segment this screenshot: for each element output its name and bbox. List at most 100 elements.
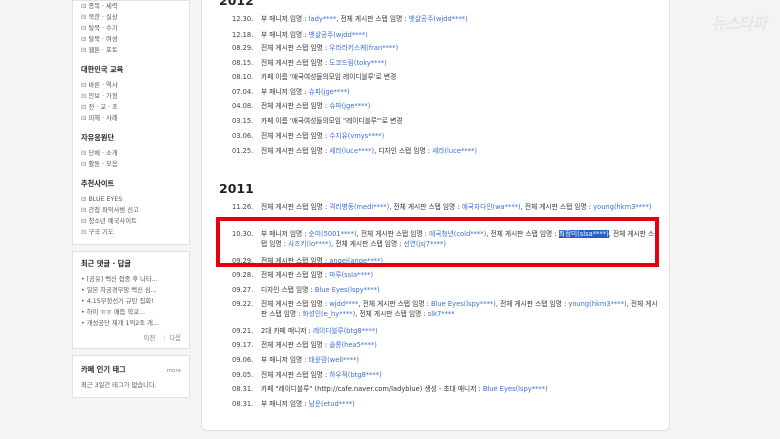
sidebar-menu-link[interactable]: ⊟ 바른 · 역사	[81, 80, 181, 91]
history-date: 09.29.	[232, 257, 254, 265]
history-description: 카페 이름 '애국여성들의모임 "레이디블루"'로 변경	[261, 117, 403, 125]
history-date: 12.18.	[232, 31, 254, 39]
history-description: 전체 게시판 스탭 임명 :	[261, 300, 330, 308]
history-text: 전체 게시판 스탭 임명 : wjdd****, 전체 게시판 스탭 임명 : …	[261, 299, 659, 319]
member-nickname-link[interactable]: 선연(jsj7****)	[404, 240, 446, 248]
member-nickname-link[interactable]: 격리병동(medi****)	[329, 203, 389, 211]
year-heading-2011: 2011	[219, 181, 254, 196]
tags-more-link[interactable]: more	[167, 368, 181, 374]
member-nickname-link[interactable]: 슈파(jge****)	[329, 102, 370, 110]
recent-comment-item[interactable]: • [공유] 백신 접종 후 나타...	[81, 274, 181, 285]
history-date: 04.08.	[232, 102, 254, 110]
history-date: 09.22.	[232, 300, 254, 308]
member-nickname-link[interactable]: 도코드림(toky****)	[329, 59, 387, 67]
member-nickname-link[interactable]: 애국자다인(wa****)	[462, 203, 521, 211]
history-date: 07.04.	[232, 88, 254, 96]
recent-comment-item[interactable]: • 일본 자궁경부암 백신 심...	[81, 285, 181, 296]
member-nickname-link[interactable]: wjdd****	[329, 300, 358, 308]
history-description: 전체 게시판 스탭 임명 :	[261, 44, 330, 52]
board-icon: ⊟	[81, 2, 87, 10]
sidebar-menu-link[interactable]: ⊟ 북한 · 실상	[81, 12, 181, 23]
recent-comment-item[interactable]: • 하이 ㅠㅠ 매듭 학교...	[81, 307, 181, 318]
pager-next-button[interactable]: 다음	[169, 335, 181, 342]
member-nickname-link[interactable]: 슈파(jge****)	[309, 88, 350, 96]
sidebar-menu-link[interactable]: ⊟ 웹툰 · 포토	[81, 45, 181, 56]
member-nickname-link[interactable]: 레이디블루(btg8****)	[313, 327, 378, 335]
pager-prev-button[interactable]: 이전	[144, 335, 156, 342]
sidebar-menu-link[interactable]: ⊟ 종목 · 세력	[81, 1, 181, 12]
member-nickname-link[interactable]: 뱃샬공주(wjdd****)	[309, 31, 368, 39]
sidebar-menu-link[interactable]: ⊟ 활동 · 모음	[81, 159, 181, 170]
board-icon: ⊟	[81, 103, 87, 111]
sidebar-menu-link[interactable]: ⊟ 단체 · 소개	[81, 148, 181, 159]
member-nickname-link[interactable]: 하우적(btg8****)	[329, 371, 381, 379]
member-nickname-link[interactable]: 마루(ssla****)	[329, 271, 373, 279]
board-icon: ⊟	[81, 114, 87, 122]
history-description: , 전체 게시판 스탭 임명 :	[355, 310, 428, 318]
history-description: 전체 게시판 스탭 임명 :	[261, 59, 330, 67]
sidebar-menu-link[interactable]: ⊟ 구국 기도	[81, 227, 181, 238]
recent-comment-item[interactable]: • 개성공단 재개 1억2조 개...	[81, 318, 181, 329]
sidebar-menu-link[interactable]: ⊟ 피해 · 사례	[81, 113, 181, 124]
member-nickname-link[interactable]: young(hkm3****)	[593, 203, 651, 211]
sidebar-menu-link[interactable]: ⊟ 안보 · 가정	[81, 91, 181, 102]
sidebar-menu-card: ⊟ 종목 · 세력 ⊟ 북한 · 실상 ⊟ 탈북 · 수기 ⊟ 탈북 · 여성 ⊟ 웹툰 · 포토…	[72, 0, 190, 245]
sidebar-menu-link[interactable]: ⊟ 청소년 예국사이트	[81, 216, 181, 227]
member-nickname-link[interactable]: Blue Eyes(lspy****)	[315, 286, 380, 294]
member-nickname-link[interactable]: Blue Eyes(lspy****)	[483, 385, 548, 393]
member-nickname-link[interactable]: 뱃샬공주(wjdd****)	[409, 15, 468, 23]
board-icon: ⊟	[81, 92, 87, 100]
history-description: 디자인 스탭 임명 :	[261, 286, 315, 294]
history-date: 03.06.	[232, 132, 254, 140]
history-text: 2대 카페 매니저 : 레이디블루(btg8****)	[261, 326, 659, 336]
sidebar-section-links: ⊟ BLUE EYES ⊟ 간첩 좌익사범 신고 ⊟ 청소년 예국사이트 ⊟ 구국 기도	[81, 194, 181, 238]
history-row: 01.25. 전체 게시판 스탭 임명 : 세라(luce****), 디자인 스…	[232, 146, 659, 156]
member-nickname-link[interactable]: 화성인(e_hy****)	[303, 310, 356, 318]
history-text: 부 매니저 임명 : 남운(etud****)	[261, 399, 659, 409]
board-icon: ⊟	[81, 46, 87, 54]
recent-comment-item[interactable]: • 4.15부정선거 규탄 집회!	[81, 296, 181, 307]
member-nickname-link[interactable]: 우라라키스케(fran****)	[329, 44, 398, 52]
sidebar-menu-link[interactable]: ⊟ 간첩 좌익사범 신고	[81, 205, 181, 216]
history-row: 10.30. 부 매니저 임명 : 순미(5001****), 전체 게시판 스탭…	[232, 229, 659, 249]
history-text: 카페 이름 '애국여성들의모임 "레이디블루"'로 변경	[261, 116, 659, 126]
member-nickname-link[interactable]: 세라(luce****)	[329, 147, 374, 155]
sidebar-menu-link[interactable]: ⊟ BLUE EYES	[81, 194, 181, 205]
board-icon: ⊟	[81, 228, 87, 236]
history-row: 09.28. 전체 게시판 스탭 임명 : 마루(ssla****)	[232, 270, 659, 280]
history-description: 카페 이름 '애국여성들의모임 레이디블루'로 변경	[261, 73, 397, 81]
sidebar-menu-link[interactable]: ⊟ 탈북 · 여성	[81, 34, 181, 45]
history-row: 09.05. 전체 게시판 스탭 임명 : 하우적(btg8****)	[232, 370, 659, 380]
member-nickname-link[interactable]: 사즈키(lo****)	[288, 240, 331, 248]
member-nickname-link[interactable]: angel(ange****)	[329, 257, 383, 265]
board-icon: ⊟	[81, 206, 87, 214]
history-description: , 전체 게시판 스탭 임명 :	[358, 300, 431, 308]
member-nickname-link[interactable]: 애국청년(cold****)	[429, 230, 486, 238]
member-nickname-link[interactable]: 순미(5001****)	[309, 230, 357, 238]
history-text: 부 매니저 임명 : 뱃샬공주(wjdd****)	[261, 30, 659, 40]
history-description: 부 매니저 임명 :	[261, 15, 309, 23]
member-nickname-link[interactable]: 남운(etud****)	[309, 400, 355, 408]
member-nickname-link[interactable]: 태윤맘(well****)	[309, 356, 359, 364]
member-nickname-link[interactable]: 수지유(vmys****)	[329, 132, 384, 140]
member-nickname-link[interactable]: young(hkm3****)	[568, 300, 626, 308]
member-nickname-link[interactable]: 세라(luce****)	[432, 147, 477, 155]
member-nickname-link[interactable]: slk7****	[428, 310, 455, 318]
history-row: 07.04. 부 매니저 임명 : 슈파(jge****)	[232, 87, 659, 97]
history-row: 09.06. 부 매니저 임명 : 태윤맘(well****)	[232, 355, 659, 365]
member-nickname-link[interactable]: 최정미(slsa****)	[558, 230, 609, 238]
sidebar-menu-label: BLUE EYES	[88, 196, 123, 203]
sidebar-menu-link[interactable]: ⊟ 탈북 · 수기	[81, 23, 181, 34]
sidebar-menu-link[interactable]: ⊟ 전 · 교 · 조	[81, 102, 181, 113]
history-text: 전체 게시판 스탭 임명 : 세라(luce****), 디자인 스탭 임명 :…	[261, 146, 659, 156]
sidebar-section-links: ⊟ 단체 · 소개 ⊟ 활동 · 모음	[81, 148, 181, 170]
member-nickname-link[interactable]: lady****	[309, 15, 337, 23]
member-nickname-link[interactable]: Blue Eyes(lspy****)	[431, 300, 496, 308]
sidebar-menu-label: 북한 · 실상	[88, 14, 118, 21]
sidebar-menu-label: 활동 · 모음	[88, 161, 118, 168]
member-nickname-link[interactable]: 솔롱(hea5****)	[329, 341, 377, 349]
board-icon: ⊟	[81, 217, 87, 225]
history-row: 09.27. 디자인 스탭 임명 : Blue Eyes(lspy****)	[232, 285, 659, 295]
history-row: 08.15. 전체 게시판 스탭 임명 : 도코드림(toky****)	[232, 58, 659, 68]
history-row: 08.29. 전체 게시판 스탭 임명 : 우라라키스케(fran****)	[232, 43, 659, 53]
